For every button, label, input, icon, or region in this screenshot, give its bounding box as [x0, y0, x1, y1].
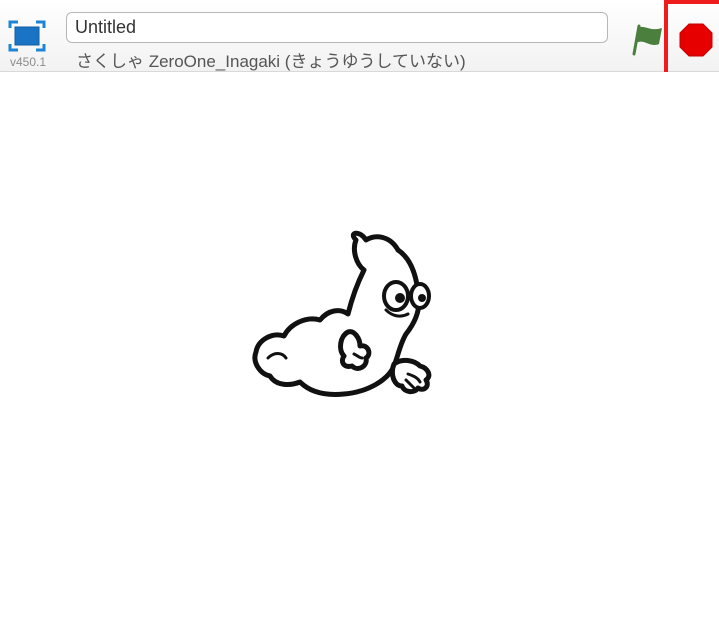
fullscreen-button[interactable]	[4, 14, 50, 56]
player-header: v450.1 さくしゃ ZeroOne_Inagaki (きょうゆうしていない)	[0, 0, 719, 90]
author-line: さくしゃ ZeroOne_Inagaki (きょうゆうしていない)	[76, 52, 466, 71]
ghost-sprite[interactable]	[248, 226, 440, 406]
fullscreen-icon	[8, 20, 46, 52]
ghost-icon	[252, 230, 432, 397]
green-flag-button[interactable]	[628, 20, 666, 56]
version-label: v450.1	[10, 55, 47, 69]
project-title-input[interactable]	[66, 12, 608, 43]
stop-sign-icon	[679, 23, 713, 57]
green-flag-icon	[632, 24, 662, 56]
stop-button[interactable]	[678, 22, 714, 58]
